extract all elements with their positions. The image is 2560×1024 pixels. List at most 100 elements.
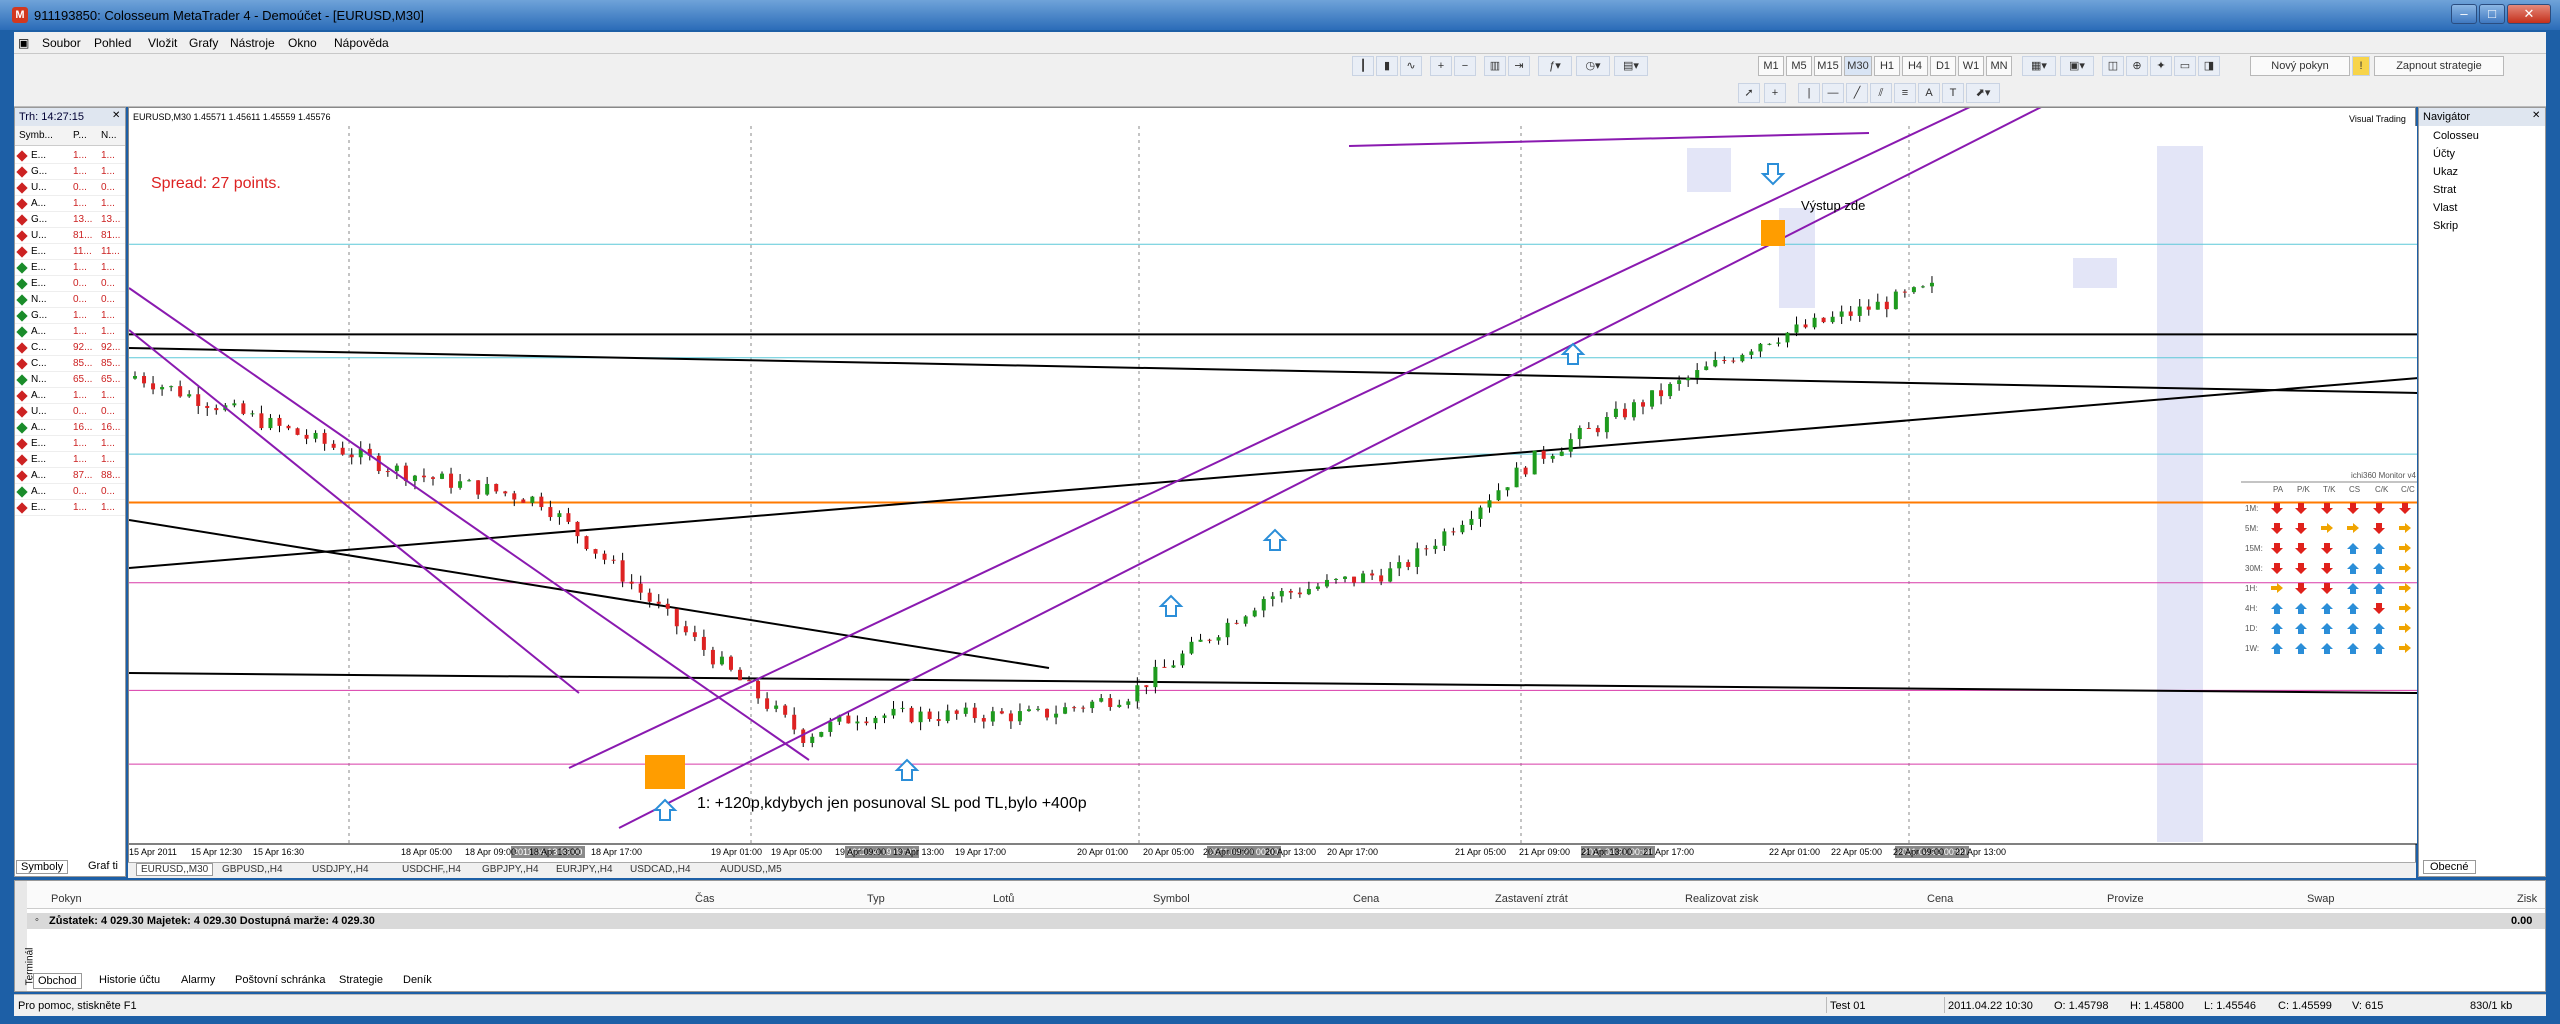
zoom-out-icon[interactable]: − [1454, 56, 1476, 76]
market-watch-row[interactable]: A... 0... 0... [15, 484, 125, 500]
tab-trade[interactable]: Obchod [33, 973, 82, 989]
nav-scripts[interactable]: Skrip [2433, 220, 2458, 232]
menu-grafy[interactable]: Grafy [189, 36, 218, 50]
trendline-icon[interactable]: ╱ [1846, 83, 1868, 103]
navigator-icon[interactable]: ✦ [2150, 56, 2172, 76]
menu-okno[interactable]: Okno [288, 36, 317, 50]
market-watch-row[interactable]: C... 85... 85... [15, 356, 125, 372]
terminal-icon[interactable]: ▭ [2174, 56, 2196, 76]
vertical-line-icon[interactable]: | [1798, 83, 1820, 103]
text-icon[interactable]: A [1918, 83, 1940, 103]
chart-tab[interactable]: AUDUSD,,M5 [720, 864, 782, 875]
chart-tab[interactable]: EURUSD,,M30 [136, 863, 214, 876]
market-watch-row[interactable]: A... 16... 16... [15, 420, 125, 436]
fibonacci-icon[interactable]: ≡ [1894, 83, 1916, 103]
col-price2[interactable]: Cena [1927, 893, 1953, 905]
market-watch-row[interactable]: G... 13... 13... [15, 212, 125, 228]
tab-account-history[interactable]: Historie účtu [95, 973, 164, 987]
balance-row[interactable]: ◦ Zůstatek: 4 029.30 Majetek: 4 029.30 D… [27, 913, 2545, 929]
close-icon[interactable]: ✕ [112, 110, 120, 121]
label-icon[interactable]: T [1942, 83, 1964, 103]
close-button[interactable]: ✕ [2507, 4, 2551, 24]
col-lots[interactable]: Lotů [993, 893, 1014, 905]
data-window-icon[interactable]: ⊕ [2126, 56, 2148, 76]
arrows-icon[interactable]: ⬈▾ [1966, 83, 2000, 103]
market-watch-row[interactable]: E... 1... 1... [15, 452, 125, 468]
col-tp[interactable]: Realizovat zisk [1685, 893, 1758, 905]
zoom-in-icon[interactable]: + [1430, 56, 1452, 76]
menu-pohled[interactable]: Pohled [94, 36, 131, 50]
nav-root[interactable]: Colosseu [2433, 130, 2479, 142]
nav-indicators[interactable]: Ukaz [2433, 166, 2458, 178]
tf-h4[interactable]: H4 [1902, 56, 1928, 76]
col-sl[interactable]: Zastavení ztrát [1495, 893, 1568, 905]
col-type[interactable]: Typ [867, 893, 885, 905]
col-time[interactable]: Čas [695, 893, 715, 905]
nav-custom[interactable]: Vlast [2433, 202, 2457, 214]
tester-icon[interactable]: ◨ [2198, 56, 2220, 76]
col-profit[interactable]: Zisk [2517, 893, 2537, 905]
chart-tab[interactable]: USDJPY,,H4 [312, 864, 369, 875]
maximize-button[interactable]: □ [2479, 4, 2505, 24]
horizontal-line-icon[interactable]: — [1822, 83, 1844, 103]
col-swap[interactable]: Swap [2307, 893, 2335, 905]
market-watch-row[interactable]: U... 0... 0... [15, 404, 125, 420]
market-watch-row[interactable]: E... 1... 1... [15, 500, 125, 516]
tf-mn[interactable]: MN [1986, 56, 2012, 76]
chart-tab[interactable]: USDCAD,,H4 [630, 864, 691, 875]
cursor-icon[interactable]: ➚ [1738, 83, 1760, 103]
tab-symbols[interactable]: Symboly [16, 860, 69, 874]
market-watch-row[interactable]: A... 1... 1... [15, 196, 125, 212]
tf-h1[interactable]: H1 [1874, 56, 1900, 76]
chart-tab[interactable]: USDCHF,,H4 [402, 864, 461, 875]
market-watch-row[interactable]: U... 81... 81... [15, 228, 125, 244]
market-watch-row[interactable]: E... 1... 1... [15, 436, 125, 452]
new-chart-icon[interactable]: ▦▾ [2022, 56, 2056, 76]
price-chart[interactable]: 1.465601.463251.460951.458601.456301.453… [129, 108, 2417, 863]
market-watch-row[interactable]: E... 1... 1... [15, 148, 125, 164]
channel-icon[interactable]: ⫽ [1870, 83, 1892, 103]
chart-tab[interactable]: GBPJPY,,H4 [482, 864, 539, 875]
col-symbol[interactable]: Symb... [19, 130, 53, 141]
tf-d1[interactable]: D1 [1930, 56, 1956, 76]
col-symbol[interactable]: Symbol [1153, 893, 1190, 905]
chart-tab[interactable]: GBPUSD,,H4 [222, 864, 283, 875]
market-watch-row[interactable]: E... 1... 1... [15, 260, 125, 276]
market-watch-row[interactable]: N... 65... 65... [15, 372, 125, 388]
profiles-icon[interactable]: ▣▾ [2060, 56, 2094, 76]
market-watch-row[interactable]: E... 0... 0... [15, 276, 125, 292]
menu-vlozit[interactable]: Vložit [148, 36, 177, 50]
tile-icon[interactable]: ▥ [1484, 56, 1506, 76]
tf-m1[interactable]: M1 [1758, 56, 1784, 76]
col-order[interactable]: Pokyn [51, 893, 82, 905]
tab-mailbox[interactable]: Poštovní schránka [231, 973, 330, 987]
market-watch-row[interactable]: U... 0... 0... [15, 180, 125, 196]
candle-chart-icon[interactable]: ▮ [1376, 56, 1398, 76]
tf-m5[interactable]: M5 [1786, 56, 1812, 76]
tab-strategy[interactable]: Strategie [335, 973, 387, 987]
tab-alerts[interactable]: Alarmy [177, 973, 219, 987]
tab-tick-chart[interactable]: Graf ti [84, 860, 122, 872]
crosshair-icon[interactable]: + [1764, 83, 1786, 103]
market-watch-icon[interactable]: ◫ [2102, 56, 2124, 76]
col-commission[interactable]: Provize [2107, 893, 2144, 905]
market-watch-row[interactable]: E... 11... 11... [15, 244, 125, 260]
menu-nastroje[interactable]: Nástroje [230, 36, 275, 50]
tab-general[interactable]: Obecné [2423, 860, 2476, 874]
line-chart-icon[interactable]: ∿ [1400, 56, 1422, 76]
tf-w1[interactable]: W1 [1958, 56, 1984, 76]
strategy-button[interactable]: Zapnout strategie [2374, 56, 2504, 76]
periods-icon[interactable]: ◷▾ [1576, 56, 1610, 76]
market-watch-row[interactable]: G... 1... 1... [15, 164, 125, 180]
market-watch-row[interactable]: G... 1... 1... [15, 308, 125, 324]
col-bid[interactable]: P... [73, 130, 87, 141]
market-watch-row[interactable]: A... 1... 1... [15, 388, 125, 404]
tf-m15[interactable]: M15 [1814, 56, 1842, 76]
new-order-button[interactable]: Nový pokyn [2250, 56, 2350, 76]
templates-icon[interactable]: ▤▾ [1614, 56, 1648, 76]
nav-strategies[interactable]: Strat [2433, 184, 2456, 196]
menu-icon[interactable]: ▣ [18, 36, 29, 50]
nav-accounts[interactable]: Účty [2433, 148, 2455, 160]
menu-napoveda[interactable]: Nápověda [334, 36, 389, 50]
tf-m30[interactable]: M30 [1844, 56, 1872, 76]
